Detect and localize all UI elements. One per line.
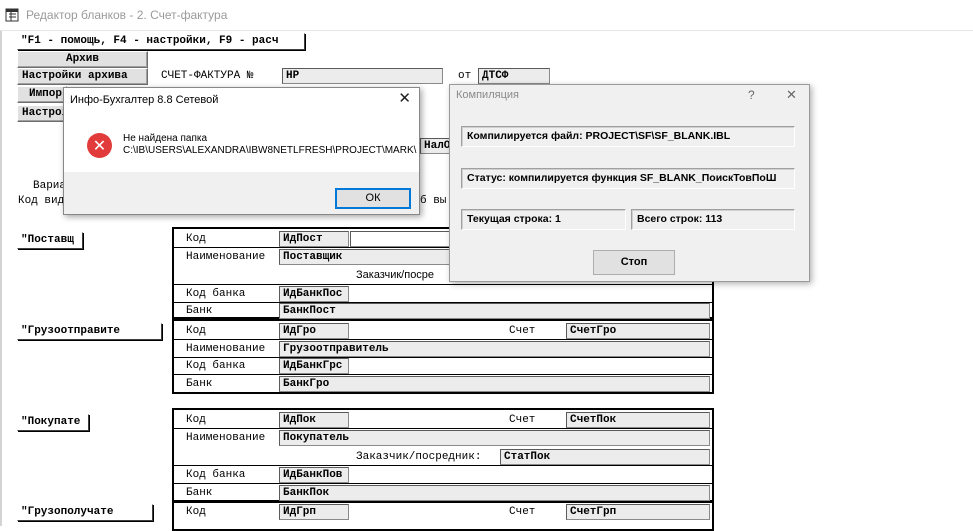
consignee-account-label: Счет xyxy=(509,506,536,518)
shipper-code-label: Код xyxy=(186,325,206,337)
buyer-agent-field[interactable]: СтатПок xyxy=(500,449,710,465)
supplier-code-extra[interactable] xyxy=(350,231,450,247)
error-message-box: Инфо-Бухгалтер 8.8 Сетевой ✕ ✕ Не найден… xyxy=(63,87,420,215)
supplier-code-label: Код xyxy=(186,233,206,245)
import-button[interactable]: Импор xyxy=(17,86,67,103)
supplier-name-label: Наименование xyxy=(186,251,266,263)
hint-button[interactable]: "F1 - помощь, F4 - настройки, F9 - расч xyxy=(17,33,305,50)
shipper-bank-code-field[interactable]: ИдБанкГрс xyxy=(279,358,349,374)
message-box-close-icon[interactable]: ✕ xyxy=(398,89,411,107)
message-line-1: Не найдена папка xyxy=(123,133,208,144)
message-line-2: C:\IB\USERS\ALEXANDRA\IBW8NETLFRESH\PROJ… xyxy=(123,145,417,156)
consignee-code-label: Код xyxy=(186,506,206,518)
buyer-bank-label: Банк xyxy=(186,487,213,499)
buyer-bank-code-label: Код банка xyxy=(186,469,246,481)
buyer-name-label: Наименование xyxy=(186,432,266,444)
shipper-account-field[interactable]: СчетГро xyxy=(566,323,710,339)
kind-code-suffix: б вы xyxy=(420,195,447,207)
error-icon: ✕ xyxy=(87,133,112,158)
shipper-bank-field[interactable]: БанкГро xyxy=(279,376,710,392)
shipper-account-label: Счет xyxy=(509,325,536,337)
app-icon xyxy=(5,7,21,23)
stop-button[interactable]: Стоп xyxy=(593,250,675,275)
message-box-title: Инфо-Бухгалтер 8.8 Сетевой xyxy=(70,94,219,106)
buyer-account-field[interactable]: СчетПок xyxy=(566,412,710,428)
window-titlebar: Редактор бланков - 2. Счет-фактура xyxy=(0,0,973,31)
invoice-label: СЧЕТ-ФАКТУРА № xyxy=(161,70,254,82)
supplier-bank-code-label: Код банка xyxy=(186,288,246,300)
consignee-account-field[interactable]: СчетГрп xyxy=(566,504,710,520)
variant-label: Вариа xyxy=(33,180,67,192)
row-divider xyxy=(174,284,712,285)
total-lines: Всего строк: 113 xyxy=(631,209,795,230)
supplier-bank-field[interactable]: БанкПост xyxy=(279,303,710,319)
shipper-bank-label: Банк xyxy=(186,378,213,390)
compile-dialog-title: Компиляция xyxy=(456,89,519,101)
supplier-agent-label: Заказчик/посре xyxy=(356,269,435,281)
buyer-account-label: Счет xyxy=(509,414,536,426)
buyer-code-label: Код xyxy=(186,414,206,426)
window-left-edge xyxy=(0,31,2,526)
compile-status-line: Статус: компилируется функция SF_BLANK_П… xyxy=(461,168,795,189)
archive-settings-button[interactable]: Настройки архива xyxy=(17,68,148,85)
window-title: Редактор бланков - 2. Счет-фактура xyxy=(26,8,228,22)
row-divider xyxy=(174,465,712,466)
settings-button[interactable]: Настрої xyxy=(17,105,67,122)
shipper-bank-code-label: Код банка xyxy=(186,360,246,372)
supplier-bank-label: Банк xyxy=(186,305,213,317)
consignee-code-field[interactable]: ИдГрп xyxy=(279,504,349,520)
shipper-section-button[interactable]: "Грузоотправите xyxy=(17,323,162,340)
shipper-name-label: Наименование xyxy=(186,343,266,355)
archive-button[interactable]: Архив xyxy=(17,51,148,68)
buyer-name-field[interactable]: Покупатель xyxy=(279,430,710,446)
row-divider xyxy=(174,374,712,375)
row-divider xyxy=(174,483,712,484)
row-divider xyxy=(174,428,712,429)
row-divider xyxy=(174,357,712,358)
row-divider xyxy=(174,247,450,248)
supplier-code-field[interactable]: ИдПост xyxy=(279,231,349,247)
compile-close-icon[interactable]: ✕ xyxy=(786,87,797,103)
shipper-code-field[interactable]: ИдГро xyxy=(279,323,349,339)
supplier-section-button[interactable]: "Поставщ xyxy=(17,232,83,249)
invoice-number-field[interactable]: НР xyxy=(282,68,443,84)
supplier-bank-code-field[interactable]: ИдБанкПос xyxy=(279,286,349,302)
supplier-name-field[interactable]: Поставщик xyxy=(279,249,450,265)
compile-file-line: Компилируется файл: PROJECT\SF\SF_BLANK.… xyxy=(461,126,795,147)
current-line: Текущая строка: 1 xyxy=(461,209,626,230)
buyer-code-field[interactable]: ИдПок xyxy=(279,412,349,428)
buyer-section-button[interactable]: "Покупате xyxy=(17,414,89,431)
date-field[interactable]: ДТСФ xyxy=(478,68,550,84)
shipper-name-field[interactable]: Грузоотправитель xyxy=(279,341,710,357)
kind-code-label: Код вид xyxy=(18,195,65,207)
row-divider xyxy=(174,339,712,340)
buyer-bank-field[interactable]: БанкПок xyxy=(279,485,710,501)
from-label: от xyxy=(458,70,472,82)
help-icon[interactable]: ? xyxy=(748,88,755,102)
ok-button[interactable]: ОК xyxy=(335,188,411,209)
consignee-section-button[interactable]: "Грузополучате xyxy=(17,504,153,521)
compile-dialog: Компиляция ? ✕ Компилируется файл: PROJE… xyxy=(449,84,810,282)
nalob-field[interactable]: НалОб xyxy=(420,138,452,154)
buyer-agent-label: Заказчик/посредник: xyxy=(356,451,482,463)
buyer-bank-code-field[interactable]: ИдБанкПов xyxy=(279,467,349,483)
